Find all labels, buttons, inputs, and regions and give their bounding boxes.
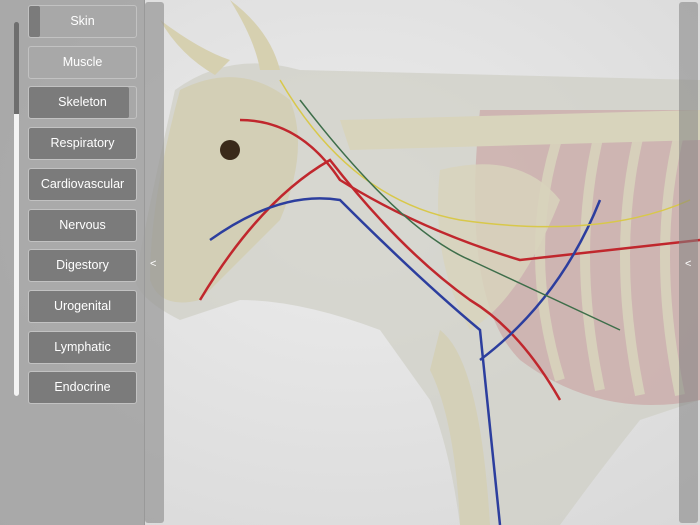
layer-label: Skin [70,14,95,28]
chevron-left-icon: < [150,258,157,270]
layer-label: Muscle [62,54,103,69]
layer-slider-respiratory[interactable]: Respiratory [28,127,137,161]
layer-slider-muscle[interactable]: Muscle [28,45,137,79]
layer-label: Cardiovascular [40,176,125,191]
eye [220,140,240,160]
layers-panel: Skin Muscle Skeleton Respiratory Cardiovascu… [0,0,145,525]
layer-slider-lymphatic[interactable]: Lymphatic [28,330,137,364]
layer-slider-digestory[interactable]: Digestory [28,249,137,283]
layer-label: Respiratory [50,136,115,151]
layer-slider-endocrine[interactable]: Endocrine [28,371,137,405]
scrollbar-thumb[interactable] [14,114,19,396]
layer-slider-nervous[interactable]: Nervous [28,208,137,242]
layer-label: Skeleton [58,95,107,110]
layer-slider-cardiovascular[interactable]: Cardiovascular [28,167,137,201]
chevron-left-icon: < [685,258,692,270]
panel-collapse-handle[interactable]: < [145,2,164,523]
layer-label: Nervous [59,217,106,232]
layer-slider-skin[interactable]: Skin [28,5,137,38]
layer-label: Lymphatic [54,339,111,354]
layer-label: Digestory [56,258,109,273]
layer-label: Endocrine [54,380,111,395]
layer-label: Urogenital [54,298,111,313]
panel-scrollbar[interactable] [14,22,19,396]
right-panel-handle[interactable]: < [679,2,698,523]
layer-slider-urogenital[interactable]: Urogenital [28,289,137,323]
layer-slider-skeleton[interactable]: Skeleton [28,86,137,120]
